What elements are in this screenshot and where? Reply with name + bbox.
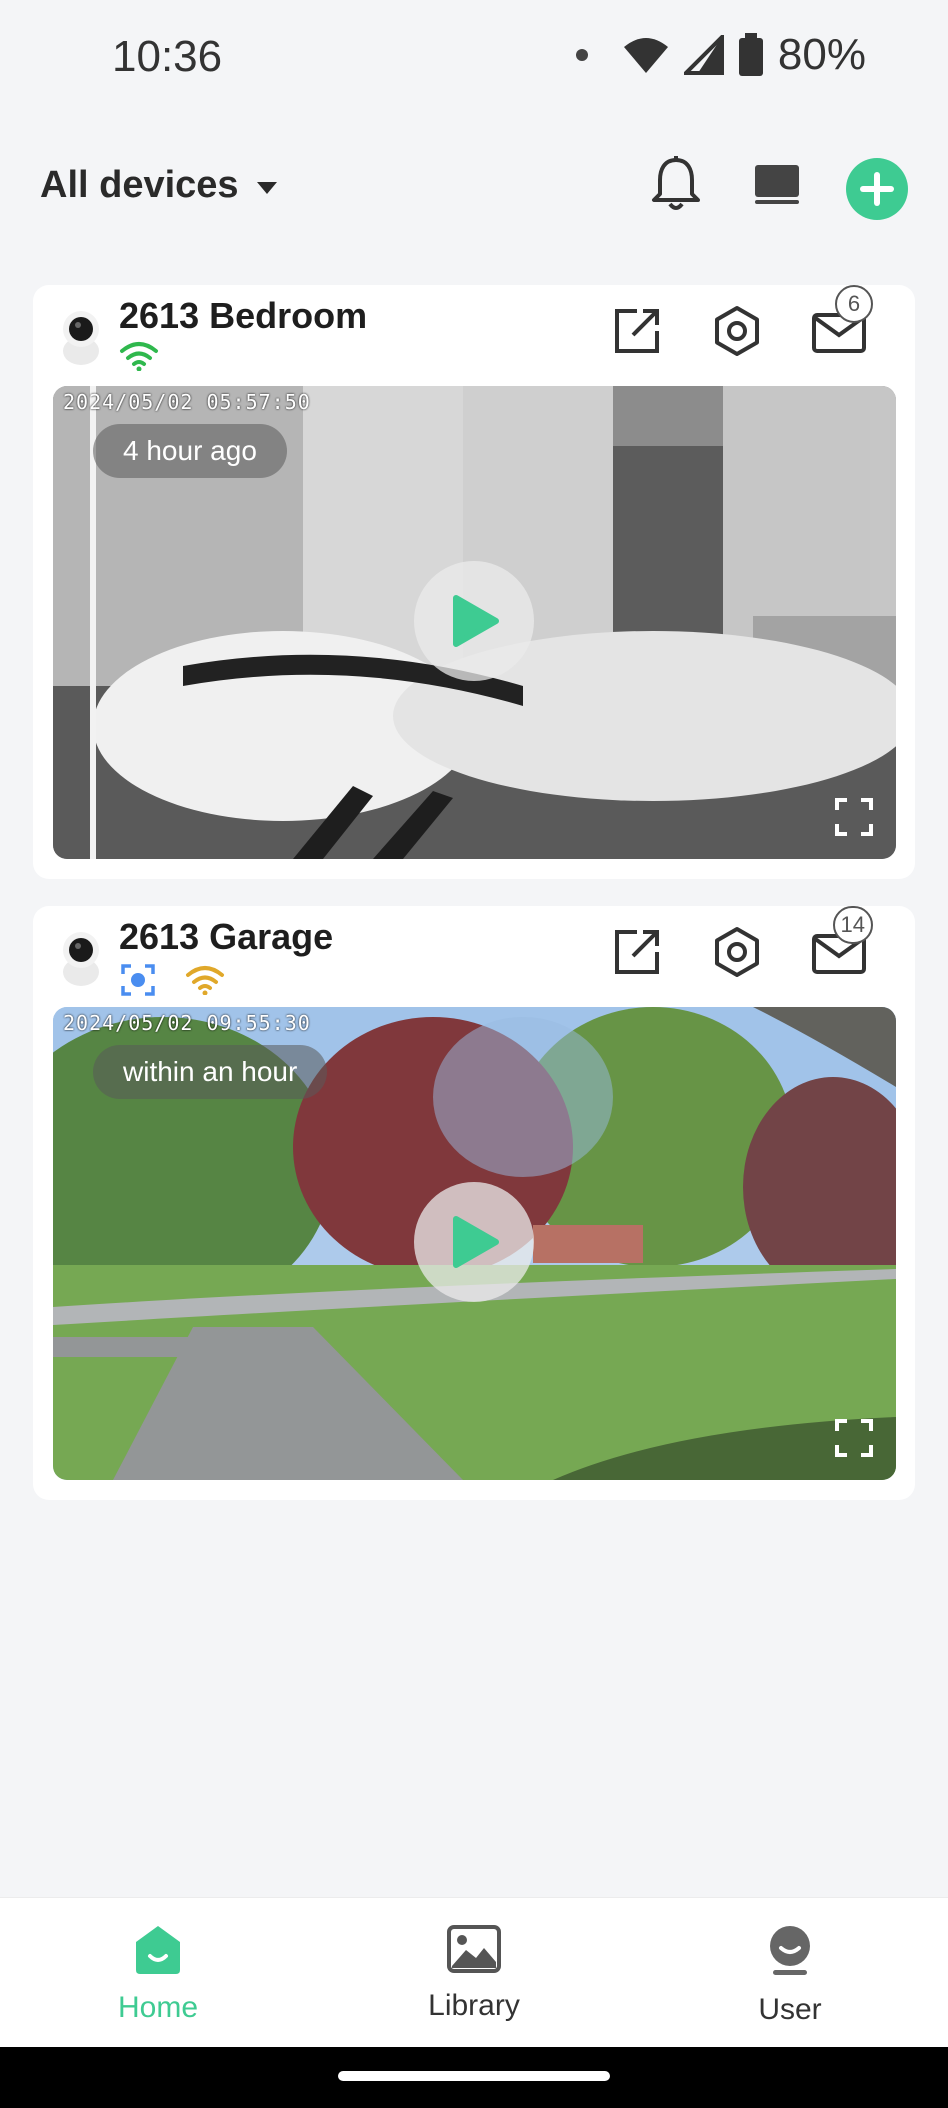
motion-tracking-icon xyxy=(121,964,155,996)
cell-signal-icon xyxy=(683,35,724,75)
nav-item-home[interactable]: Home xyxy=(68,1924,248,2025)
last-event-label: 4 hour ago xyxy=(93,424,287,478)
chevron-down-icon xyxy=(256,181,277,194)
play-button[interactable] xyxy=(414,561,534,681)
messages-button[interactable]: 14 xyxy=(811,906,873,978)
notification-dot-icon xyxy=(575,49,588,61)
camera-device-icon xyxy=(63,932,99,986)
share-icon[interactable] xyxy=(611,305,663,357)
status-bar: 10:36 80% xyxy=(0,0,948,118)
play-icon xyxy=(453,1216,499,1268)
share-icon[interactable] xyxy=(611,926,663,978)
camera-feed[interactable]: 2024/05/02 05:57:50 4 hour ago xyxy=(53,386,896,859)
nav-item-user[interactable]: User xyxy=(700,1924,880,2027)
device-filter-label: All devices xyxy=(40,164,239,206)
nav-label-user: User xyxy=(758,1993,822,2026)
camera-device-icon xyxy=(63,311,99,365)
wifi-medium-icon xyxy=(186,966,224,995)
app-header: All devices xyxy=(0,150,948,224)
add-device-button[interactable] xyxy=(846,158,908,220)
system-gesture-bar xyxy=(0,2047,948,2108)
last-event-label: within an hour xyxy=(93,1045,328,1099)
feed-timestamp: 2024/05/02 09:55:30 xyxy=(63,1011,311,1035)
wifi-status-icon xyxy=(623,38,668,73)
device-actions: 14 xyxy=(611,906,873,978)
camera-feed[interactable]: 2024/05/02 09:55:30 within an hour xyxy=(53,1007,896,1480)
play-button[interactable] xyxy=(414,1182,534,1302)
status-time: 10:36 xyxy=(112,32,223,81)
message-count-badge: 14 xyxy=(832,906,873,944)
message-count-badge: 6 xyxy=(835,285,873,323)
device-status xyxy=(119,962,225,998)
device-filter-dropdown[interactable]: All devices xyxy=(40,164,277,207)
battery-icon xyxy=(738,33,763,76)
home-gesture-handle[interactable] xyxy=(338,2071,610,2081)
settings-icon[interactable] xyxy=(711,305,763,357)
user-icon xyxy=(770,1926,810,1975)
bottom-nav: Home Library User xyxy=(0,1897,948,2047)
wifi-strong-icon xyxy=(120,342,158,371)
plus-icon xyxy=(860,172,894,206)
device-card: 2613 Bedroom 6 2024/05/02 05:57:50 4 hou… xyxy=(33,285,915,879)
battery-percent: 80% xyxy=(777,30,866,79)
device-name[interactable]: 2613 Garage xyxy=(119,916,333,958)
fullscreen-icon[interactable] xyxy=(834,1418,874,1458)
device-card: 2613 Garage 14 2024/05/02 09:55:30 withi… xyxy=(33,906,915,1500)
image-icon xyxy=(447,1925,501,1973)
nav-label-home: Home xyxy=(117,1991,199,2024)
settings-icon[interactable] xyxy=(711,926,763,978)
nav-item-library[interactable]: Library xyxy=(384,1924,564,2023)
device-status xyxy=(119,341,159,371)
fullscreen-icon[interactable] xyxy=(834,797,874,837)
play-icon xyxy=(453,595,499,647)
messages-button[interactable]: 6 xyxy=(811,285,873,357)
device-name[interactable]: 2613 Bedroom xyxy=(119,295,367,337)
multiview-icon[interactable] xyxy=(752,162,802,206)
nav-label-library: Library xyxy=(428,1989,520,2022)
status-icons: 80% xyxy=(575,30,866,80)
device-actions: 6 xyxy=(611,285,873,357)
bell-icon[interactable] xyxy=(648,154,704,214)
feed-timestamp: 2024/05/02 05:57:50 xyxy=(63,390,311,414)
home-icon xyxy=(136,1926,180,1974)
